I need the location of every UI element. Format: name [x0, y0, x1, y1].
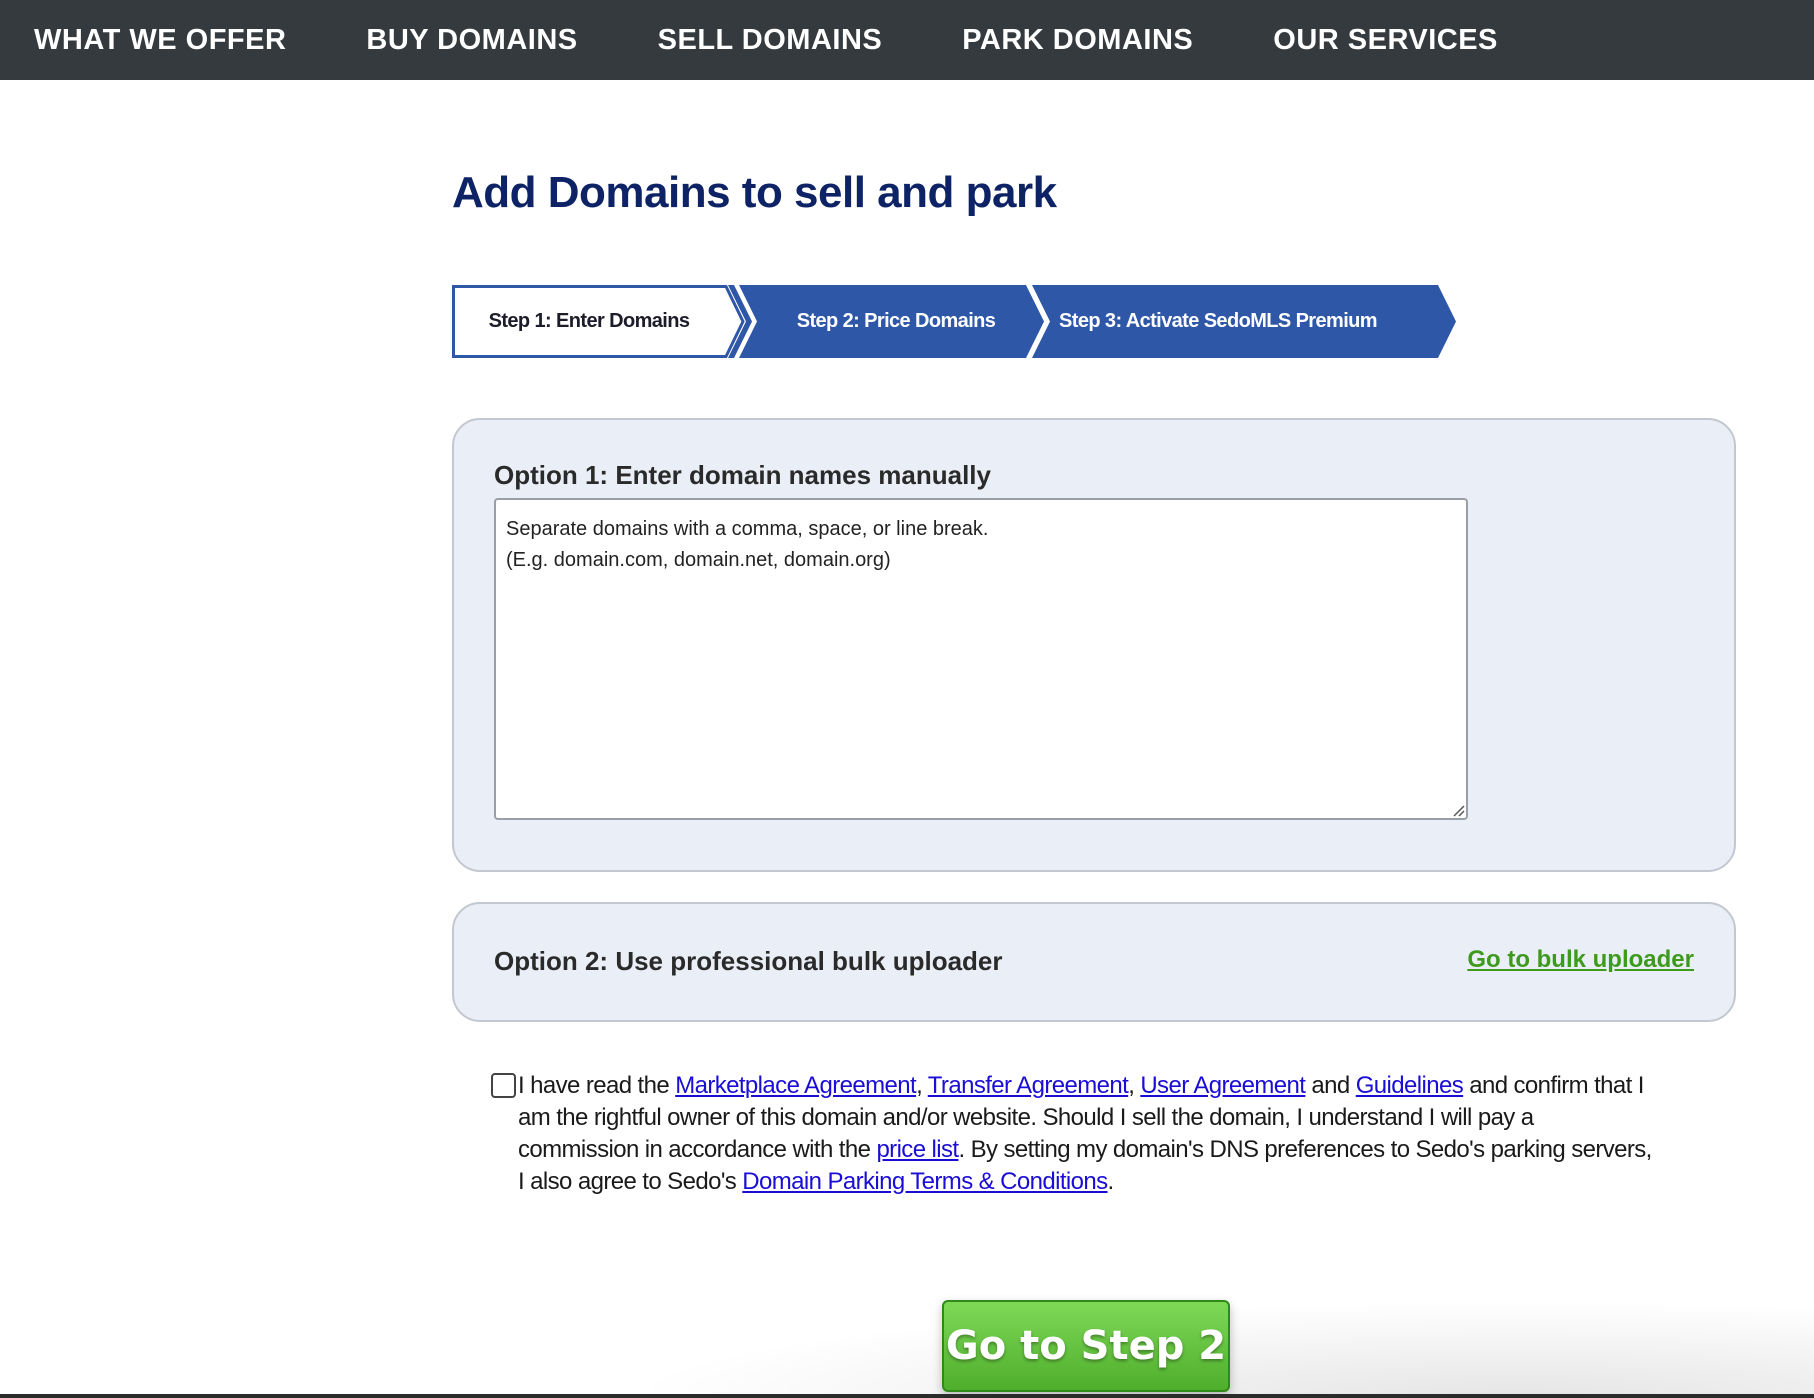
- price-list-link[interactable]: price list: [876, 1136, 959, 1163]
- option-2-panel: Option 2: Use professional bulk uploader…: [452, 902, 1736, 1022]
- agreement-text-part: ,: [916, 1072, 928, 1099]
- agreement-text-part: and: [1305, 1072, 1356, 1099]
- bulk-uploader-link[interactable]: Go to bulk uploader: [1467, 946, 1694, 974]
- option-1-label: Option 1: Enter domain names manually: [494, 460, 991, 490]
- option-2-label: Option 2: Use professional bulk uploader: [494, 946, 1003, 976]
- nav-sell-domains[interactable]: SELL DOMAINS: [658, 24, 883, 57]
- option-1-panel: Option 1: Enter domain names manually: [452, 418, 1736, 872]
- domain-parking-terms-link[interactable]: Domain Parking Terms & Conditions: [742, 1168, 1108, 1195]
- go-to-step-2-button[interactable]: Go to Step 2: [942, 1300, 1230, 1392]
- step-3-activate-sedomls[interactable]: Step 3: Activate SedoMLS Premium: [1018, 285, 1418, 358]
- nav-what-we-offer[interactable]: WHAT WE OFFER: [34, 24, 286, 57]
- agreement-text-part: ,: [1128, 1072, 1141, 1099]
- domain-names-textarea[interactable]: [494, 498, 1468, 820]
- step-2-price-domains[interactable]: Step 2: Price Domains: [738, 285, 1054, 358]
- step-progress: Step 1: Enter Domains Step 2: Price Doma…: [452, 285, 1456, 358]
- agreement-text: I have read the Marketplace Agreement, T…: [518, 1070, 1658, 1198]
- agreement-text-part: .: [1107, 1168, 1115, 1195]
- agreement-text-part: I have read the: [518, 1072, 676, 1099]
- page-title: Add Domains to sell and park: [452, 168, 1057, 217]
- nav-park-domains[interactable]: PARK DOMAINS: [962, 24, 1193, 57]
- transfer-agreement-link[interactable]: Transfer Agreement: [928, 1072, 1129, 1099]
- nav-buy-domains[interactable]: BUY DOMAINS: [366, 24, 577, 57]
- agreement-checkbox[interactable]: [491, 1073, 516, 1098]
- marketplace-agreement-link[interactable]: Marketplace Agreement: [675, 1072, 916, 1099]
- user-agreement-link[interactable]: User Agreement: [1140, 1072, 1306, 1099]
- step-1-enter-domains: Step 1: Enter Domains: [488, 310, 690, 332]
- resize-grip-icon[interactable]: [1451, 803, 1465, 817]
- top-navigation: WHAT WE OFFER BUY DOMAINS SELL DOMAINS P…: [0, 0, 1814, 80]
- guidelines-link[interactable]: Guidelines: [1356, 1072, 1464, 1099]
- nav-our-services[interactable]: OUR SERVICES: [1273, 24, 1498, 57]
- bottom-divider: [0, 1394, 1814, 1398]
